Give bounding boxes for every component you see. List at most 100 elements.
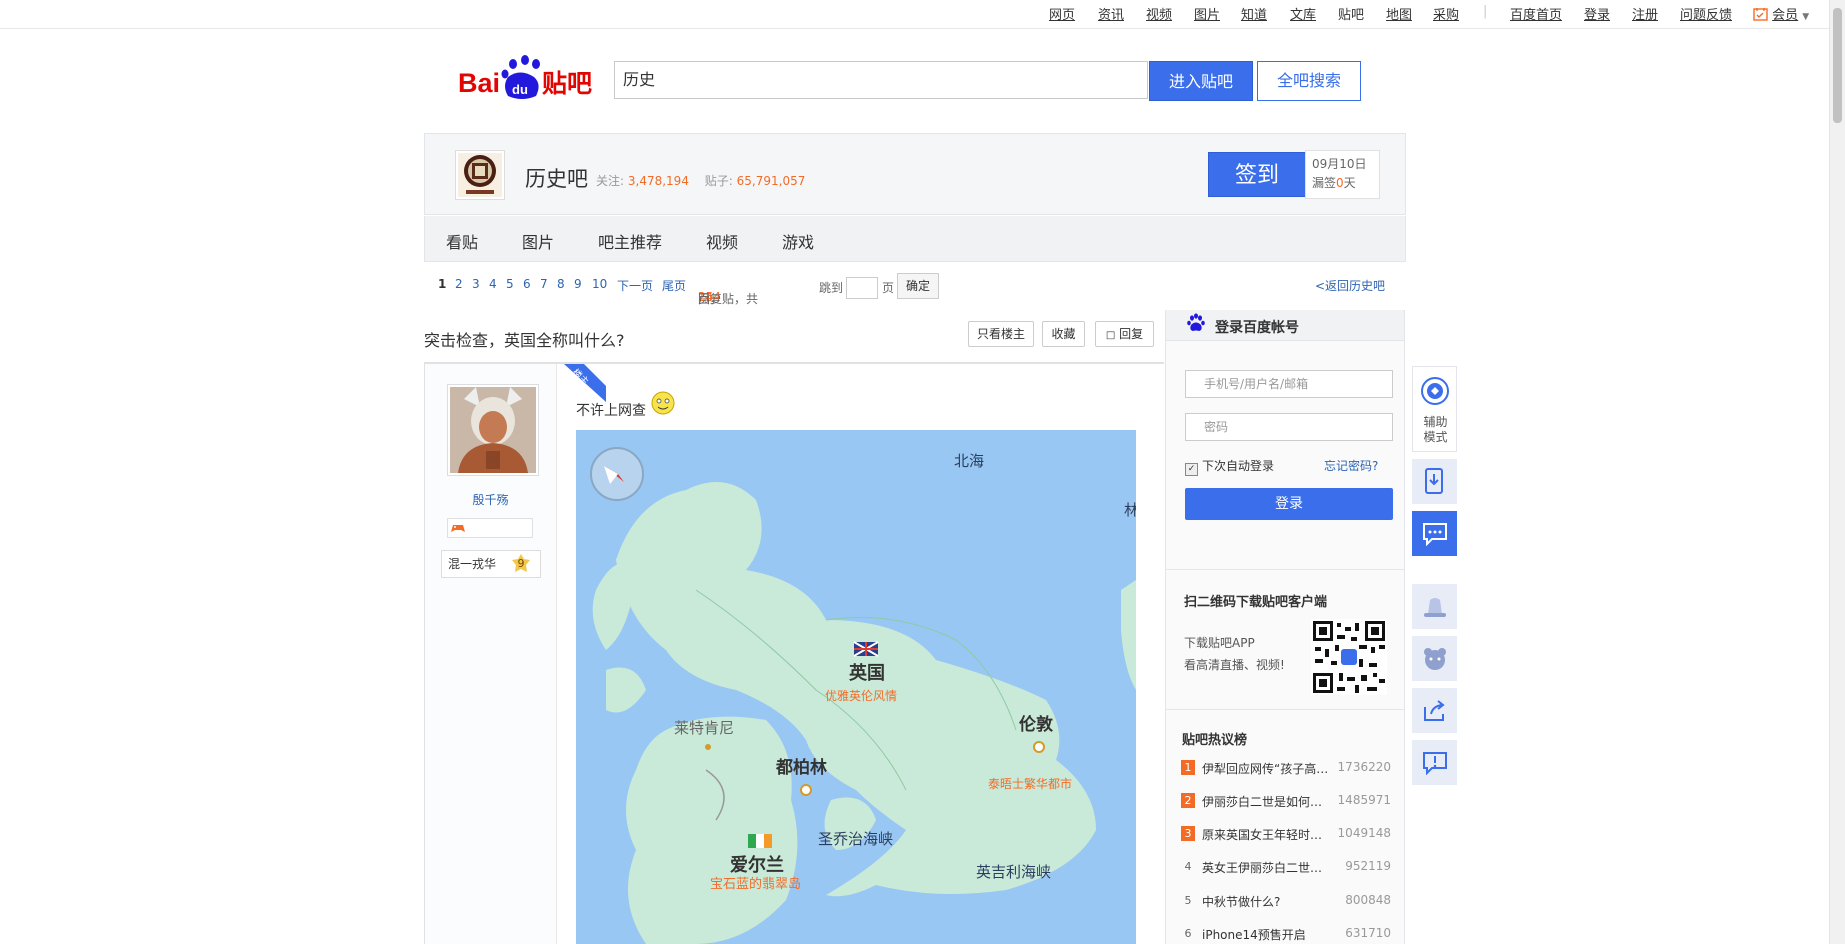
vip-label: 会员 <box>1772 8 1799 23</box>
nav-register[interactable]: 注册 <box>1632 4 1658 23</box>
thread-header: 突击检查，英国全称叫什么? 只看楼主 收藏 □ 回复 <box>424 310 1164 364</box>
report-button[interactable] <box>1412 740 1457 785</box>
login-header: 登录百度帐号 <box>1166 310 1404 341</box>
nav-feedback[interactable]: 问题反馈 <box>1680 4 1732 23</box>
feedback-chat-button[interactable] <box>1412 511 1457 556</box>
jump-label: 跳到 <box>819 281 844 295</box>
share-button[interactable] <box>1412 688 1457 733</box>
nav-map[interactable]: 地图 <box>1386 4 1412 23</box>
remember-login[interactable]: ✓ 下次自动登录 <box>1185 457 1274 476</box>
page-unit: 页 <box>882 281 895 295</box>
nav-video[interactable]: 视频 <box>1146 4 1172 23</box>
page-link[interactable]: 2 <box>455 277 463 291</box>
post-map-image[interactable]: 北海 英国 优雅英伦风情 莱特肯尼 都柏林 伦敦 泰晤士繁华都市 爱尔兰 宝石蓝… <box>576 430 1136 944</box>
sign-status: 09月10日 漏签0天 <box>1305 150 1380 199</box>
hot-list-item[interactable]: 2 伊丽莎白二世是如何… 1485971 <box>1181 791 1391 811</box>
nav-news[interactable]: 资讯 <box>1098 4 1124 23</box>
reply-label: 回复 <box>1119 327 1144 341</box>
page-link[interactable]: 3 <box>472 277 480 291</box>
map-label-english-channel: 英吉利海峡 <box>976 863 1051 881</box>
posts-label: 贴子: <box>704 174 733 188</box>
bear-mascot-icon <box>1424 648 1446 670</box>
page-link[interactable]: 9 <box>574 277 582 291</box>
right-sidebar: 登录百度帐号 手机号/用户名/邮箱 密码 ✓ 下次自动登录 忘记密码? 登录 扫二… <box>1165 310 1405 944</box>
tab-images[interactable]: 图片 <box>522 229 554 253</box>
jump-page-input[interactable] <box>846 277 878 299</box>
tab-video[interactable]: 视频 <box>706 229 738 253</box>
scrollbar-thumb[interactable] <box>1833 8 1842 123</box>
only-op-button[interactable]: 只看楼主 <box>968 321 1034 347</box>
nav-image[interactable]: 图片 <box>1194 4 1220 23</box>
page-link[interactable]: 7 <box>540 277 548 291</box>
password-input[interactable]: 密码 <box>1185 413 1393 441</box>
forum-header: 历史吧 关注: 3,478,194 贴子: 65,791,057 签到 09月1… <box>424 133 1406 215</box>
enter-tieba-button[interactable]: 进入贴吧 <box>1149 61 1253 101</box>
remember-checkbox[interactable]: ✓ <box>1185 463 1198 476</box>
nav-baidu-home[interactable]: 百度首页 <box>1510 4 1562 23</box>
baidu-paw-icon <box>1187 313 1205 331</box>
missed-days: 漏签0天 <box>1312 176 1356 190</box>
tab-games[interactable]: 游戏 <box>782 229 814 253</box>
op-badge: 楼主 <box>556 364 606 402</box>
author-avatar[interactable] <box>447 384 539 476</box>
page-link[interactable]: 5 <box>506 277 514 291</box>
forgot-password-link[interactable]: 忘记密码? <box>1324 457 1378 474</box>
qr-code-icon <box>1311 619 1387 695</box>
chevron-down-icon: ▼ <box>1802 12 1810 22</box>
baidu-tieba-logo[interactable]: Bai du 贴吧 <box>458 50 598 102</box>
nav-purchase[interactable]: 采购 <box>1433 4 1459 23</box>
logo-du: du <box>512 82 528 97</box>
mascot-button[interactable] <box>1412 636 1457 681</box>
page-link[interactable]: 10 <box>592 277 607 291</box>
page-link[interactable]: 4 <box>489 277 497 291</box>
hot-list-item[interactable]: 4 英女王伊丽莎白二世… 952119 <box>1181 857 1392 877</box>
search-all-button[interactable]: 全吧搜索 <box>1257 61 1361 101</box>
tab-owner-recommend[interactable]: 吧主推荐 <box>598 229 662 253</box>
reply-button[interactable]: □ 回复 <box>1095 321 1154 347</box>
hot-list-item[interactable]: 1 伊犁回应网传“孩子高… 1736220 <box>1181 758 1391 778</box>
report-icon <box>1423 752 1447 775</box>
jump-confirm-button[interactable]: 确定 <box>897 273 939 299</box>
user-rank[interactable]: 混一戎华 9 <box>441 550 541 578</box>
next-page-link[interactable]: 下一页 <box>617 277 653 294</box>
login-button[interactable]: 登录 <box>1185 488 1393 520</box>
forum-avatar[interactable] <box>455 150 505 200</box>
author-name[interactable]: 殷千殇 <box>425 491 556 508</box>
favorite-button[interactable]: 收藏 <box>1042 321 1085 347</box>
map-label-ireland-sub: 宝石蓝的翡翠岛 <box>710 876 801 892</box>
post-floor: 殷千殇 混一戎华 9 楼主 不许上网查 北海 英国 优雅英伦风情 莱特肯尼 都柏… <box>424 364 1164 944</box>
map-label-letterkenny: 莱特肯尼 <box>674 719 734 737</box>
nav-login[interactable]: 登录 <box>1584 4 1610 23</box>
sign-date: 09月10日 <box>1312 157 1367 171</box>
post-body-text: 不许上网查 <box>576 403 646 419</box>
nav-zhidao[interactable]: 知道 <box>1241 4 1267 23</box>
hot-list-item[interactable]: 6 iPhone14预售开启 631710 <box>1181 924 1392 944</box>
map-label-edge: 林 <box>1124 501 1136 519</box>
nav-separator: | <box>1483 4 1488 19</box>
nav-wenku[interactable]: 文库 <box>1290 4 1316 23</box>
pagination: 1 2 3 4 5 6 7 8 9 10 下一页 尾页 254 回复贴，共 14 页，… <box>424 264 1406 308</box>
post-text: 不许上网查 <box>576 391 675 420</box>
app-download-line1: 下载贴吧APP <box>1184 636 1255 650</box>
username-input[interactable]: 手机号/用户名/邮箱 <box>1185 370 1393 398</box>
rank-name: 混一戎华 <box>448 557 497 571</box>
page-link[interactable]: 6 <box>523 277 531 291</box>
thread-title: 突击检查，英国全称叫什么? <box>424 331 625 350</box>
search-input[interactable]: 历史 <box>614 61 1148 99</box>
hot-list-item[interactable]: 5 中秋节做什么? 800848 <box>1181 891 1392 911</box>
forum-tabs: 看贴 图片 吧主推荐 视频 游戏 <box>424 216 1406 262</box>
tab-posts[interactable]: 看贴 <box>446 229 478 253</box>
page-scrollbar[interactable] <box>1829 0 1845 944</box>
nav-web[interactable]: 网页 <box>1049 4 1075 23</box>
forum-name[interactable]: 历史吧 <box>525 163 588 193</box>
download-app-button[interactable] <box>1412 459 1457 504</box>
hot-list-item[interactable]: 3 原来英国女王年轻时… 1049148 <box>1181 824 1391 844</box>
nav-tieba[interactable]: 贴吧 <box>1338 4 1364 23</box>
sign-in-button[interactable]: 签到 <box>1208 152 1306 197</box>
magic-hat-button[interactable] <box>1412 584 1457 629</box>
nav-vip[interactable]: 会员 ▼ <box>1753 4 1809 23</box>
assist-mode-button[interactable]: 辅助模式 <box>1412 366 1457 452</box>
back-to-forum-link[interactable]: <返回历史吧 <box>1315 277 1385 294</box>
last-page-link[interactable]: 尾页 <box>662 277 686 294</box>
page-link[interactable]: 8 <box>557 277 565 291</box>
